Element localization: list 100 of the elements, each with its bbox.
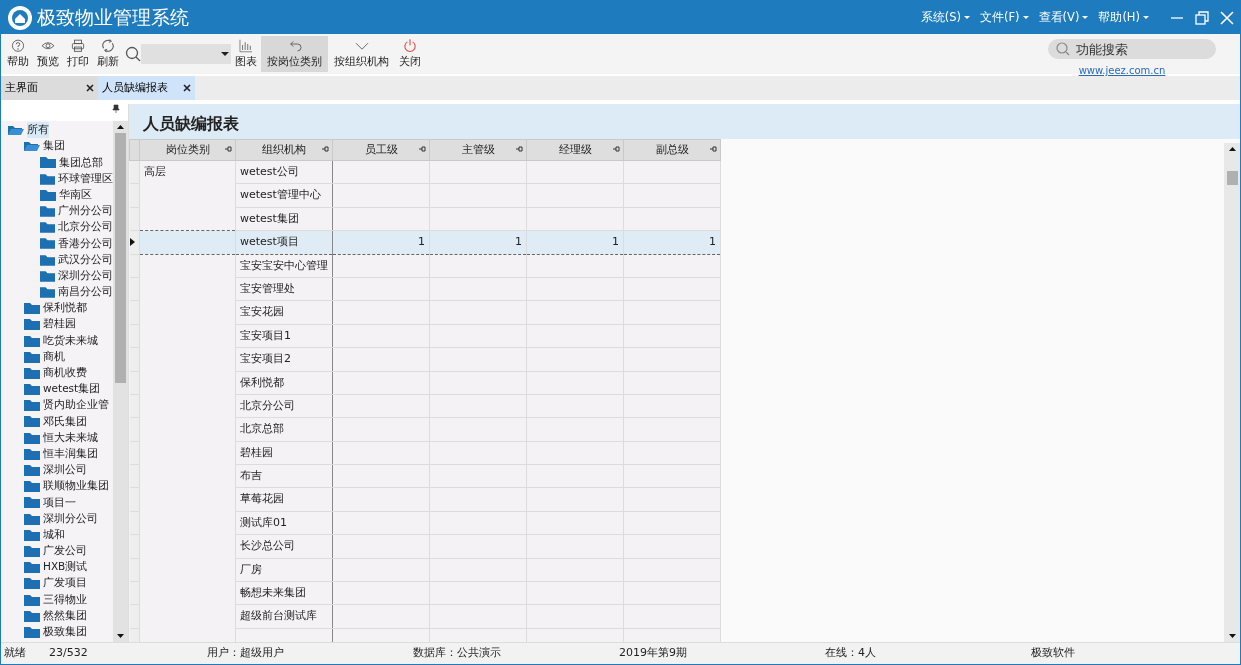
tree-item[interactable]: 华南区: [1, 186, 113, 203]
toolbar-button[interactable]: 按组织机构: [328, 36, 395, 72]
table-row[interactable]: wetest管理中心: [129, 183, 721, 208]
tree-item[interactable]: 北京分公司: [1, 219, 113, 236]
column-header[interactable]: 组织机构: [235, 139, 333, 161]
table-cell: 测试库01: [240, 515, 287, 529]
tree-item[interactable]: 深圳分公司: [1, 267, 113, 284]
up-arrow-icon[interactable]: [117, 125, 124, 130]
tab[interactable]: 人员缺编报表: [98, 76, 195, 100]
tree-item[interactable]: 恒大未来城: [1, 429, 113, 446]
tree-item[interactable]: 项目一: [1, 494, 113, 511]
folder-icon: [24, 318, 40, 331]
table-row[interactable]: 碧桂园: [129, 441, 721, 465]
tree-item[interactable]: 所有: [1, 122, 113, 139]
toolbar-button[interactable]: 按岗位类别: [261, 36, 328, 72]
column-header[interactable]: 副总级: [623, 139, 721, 161]
pin-icon[interactable]: [112, 104, 120, 114]
close-icon[interactable]: [183, 84, 191, 92]
menu-item[interactable]: 帮助(H): [1098, 8, 1149, 27]
tree-item[interactable]: 广发项目: [1, 575, 113, 592]
tree-item[interactable]: 广发公司: [1, 542, 113, 560]
table-row[interactable]: 测试库01: [129, 511, 721, 535]
tree-item[interactable]: 然然集团: [1, 607, 113, 624]
tab[interactable]: 主界面: [1, 76, 98, 100]
down-arrow-icon[interactable]: [117, 634, 124, 639]
scrollbar[interactable]: [1224, 143, 1240, 642]
table-row[interactable]: 宝安宝安中心管理: [129, 254, 721, 278]
table-row[interactable]: 宝安花园: [129, 300, 721, 325]
tree-item[interactable]: 三得物业: [1, 591, 113, 608]
table-row[interactable]: 北京分公司: [129, 394, 721, 418]
tree-item[interactable]: 广州分公司: [1, 202, 113, 220]
folder-icon: [24, 609, 40, 622]
table-row[interactable]: 宝安管理处: [129, 277, 721, 301]
toolbar-button[interactable]: 关闭: [395, 36, 425, 72]
folder-icon: [40, 253, 55, 266]
tree-item[interactable]: 联顺物业集团: [1, 478, 113, 495]
table-row[interactable]: 畅想未来集团: [129, 581, 721, 605]
tree-item[interactable]: 吃货未来城: [1, 332, 113, 349]
folder-icon: [24, 350, 40, 363]
search-icon[interactable]: [125, 46, 141, 62]
tree-item[interactable]: 深圳公司: [1, 461, 113, 479]
tree-item[interactable]: 环球管理区: [1, 170, 113, 187]
menu-item[interactable]: 系统(S): [920, 8, 970, 27]
tree-item[interactable]: wetest集团: [1, 381, 113, 398]
table-row[interactable]: wetest项目 1 1 1 1: [129, 230, 721, 255]
toolbar-button[interactable]: 刷新: [93, 36, 123, 72]
function-search-field[interactable]: 功能搜索: [1048, 39, 1216, 59]
table-row[interactable]: wetest集团: [129, 207, 721, 231]
down-arrow-icon[interactable]: [1228, 634, 1236, 639]
restore-icon[interactable]: [1195, 10, 1209, 25]
folder-icon: [24, 383, 40, 396]
status-text: 数据库：公共演示: [413, 645, 502, 662]
tree-item[interactable]: 保利悦都: [1, 300, 113, 317]
tree-item[interactable]: 集团总部: [1, 154, 113, 171]
tree-item[interactable]: 碧桂园: [1, 316, 113, 333]
toolbar-button[interactable]: 图表: [231, 36, 261, 72]
scrollbar[interactable]: [113, 121, 128, 642]
tree-item[interactable]: 邓氏集团: [1, 413, 113, 430]
folder-icon: [24, 512, 40, 525]
toolbar-button[interactable]: 打印: [63, 36, 93, 72]
tree-item[interactable]: HXB测试: [1, 559, 113, 576]
table-row[interactable]: 北京总部: [129, 417, 721, 442]
scroll-thumb[interactable]: [1226, 171, 1238, 185]
table-row[interactable]: 保利悦都: [129, 371, 721, 395]
table-row[interactable]: 草莓花园: [129, 487, 721, 512]
table-row[interactable]: 高层 wetest公司: [129, 160, 721, 184]
folder-icon: [40, 221, 55, 234]
tree-item[interactable]: 恒丰润集团: [1, 445, 113, 462]
column-header[interactable]: 主管级: [429, 139, 527, 161]
tree-item[interactable]: 商机收费: [1, 364, 113, 381]
menu-item[interactable]: 文件(F): [979, 8, 1029, 27]
tree-item[interactable]: 南昌分公司: [1, 283, 113, 301]
toolbar-button[interactable]: 预览: [33, 36, 63, 72]
toolbar-button[interactable]: 帮助: [3, 36, 33, 72]
tree-item[interactable]: 贤内助企业管: [1, 397, 113, 414]
table-cell: 宝安花园: [240, 305, 284, 319]
tree-item[interactable]: 深圳分公司: [1, 510, 113, 527]
table-row[interactable]: 超级前台测试库: [129, 604, 721, 629]
menu-item[interactable]: 查看(V): [1038, 8, 1089, 27]
column-header[interactable]: 岗位类别: [139, 139, 236, 161]
table-row[interactable]: 长沙总公司: [129, 534, 721, 559]
status-text: 23/532: [49, 645, 89, 662]
table-row[interactable]: 宝安项目1: [129, 324, 721, 348]
tree-item[interactable]: 集团: [1, 138, 113, 155]
up-arrow-icon[interactable]: [1228, 147, 1236, 152]
scroll-thumb[interactable]: [115, 133, 126, 383]
table-cell: 宝安项目2: [240, 352, 291, 366]
tree-item[interactable]: 香港分公司: [1, 235, 113, 252]
table-row[interactable]: 厂房: [129, 558, 721, 582]
close-icon[interactable]: [86, 84, 94, 92]
table-cell: 厂房: [240, 562, 262, 576]
tree-item[interactable]: 极致集团: [1, 623, 113, 640]
tree-item[interactable]: 商机: [1, 348, 113, 365]
tree-item[interactable]: 城和: [1, 526, 113, 543]
tree-item[interactable]: 武汉分公司: [1, 251, 113, 268]
table-row[interactable]: 布吉: [129, 464, 721, 488]
website-link[interactable]: www.jeez.com.cn: [1078, 63, 1166, 78]
column-header[interactable]: 员工级: [332, 139, 430, 161]
table-row[interactable]: 宝安项目2: [129, 347, 721, 371]
column-header[interactable]: 经理级: [526, 139, 624, 161]
